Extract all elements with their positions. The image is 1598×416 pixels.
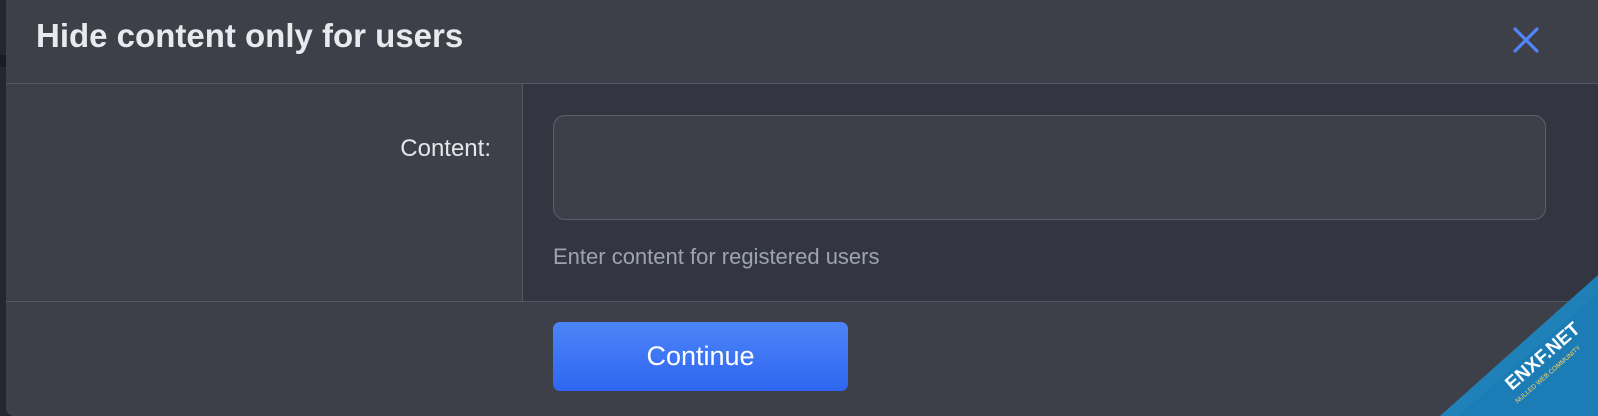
label-column: Content: <box>6 84 523 301</box>
continue-button[interactable]: Continue <box>553 322 848 391</box>
dialog-footer: Continue <box>6 302 1598 416</box>
close-button[interactable] <box>1504 18 1548 62</box>
content-textarea[interactable] <box>553 115 1546 220</box>
watermark-logo: ENXF.NET NULLED WEB COMMUNITY <box>1440 275 1598 416</box>
dialog-title: Hide content only for users <box>36 17 464 54</box>
close-icon <box>1513 27 1539 53</box>
dialog-body: Content: Enter content for registered us… <box>6 84 1598 302</box>
input-column: Enter content for registered users <box>523 84 1598 301</box>
content-label: Content: <box>400 135 491 162</box>
watermark-ribbon-icon: ENXF.NET NULLED WEB COMMUNITY <box>1440 275 1598 416</box>
content-hint: Enter content for registered users <box>553 244 880 269</box>
dialog-header: Hide content only for users <box>6 0 1598 84</box>
hide-content-dialog: Hide content only for users Content: Ent… <box>6 0 1598 416</box>
